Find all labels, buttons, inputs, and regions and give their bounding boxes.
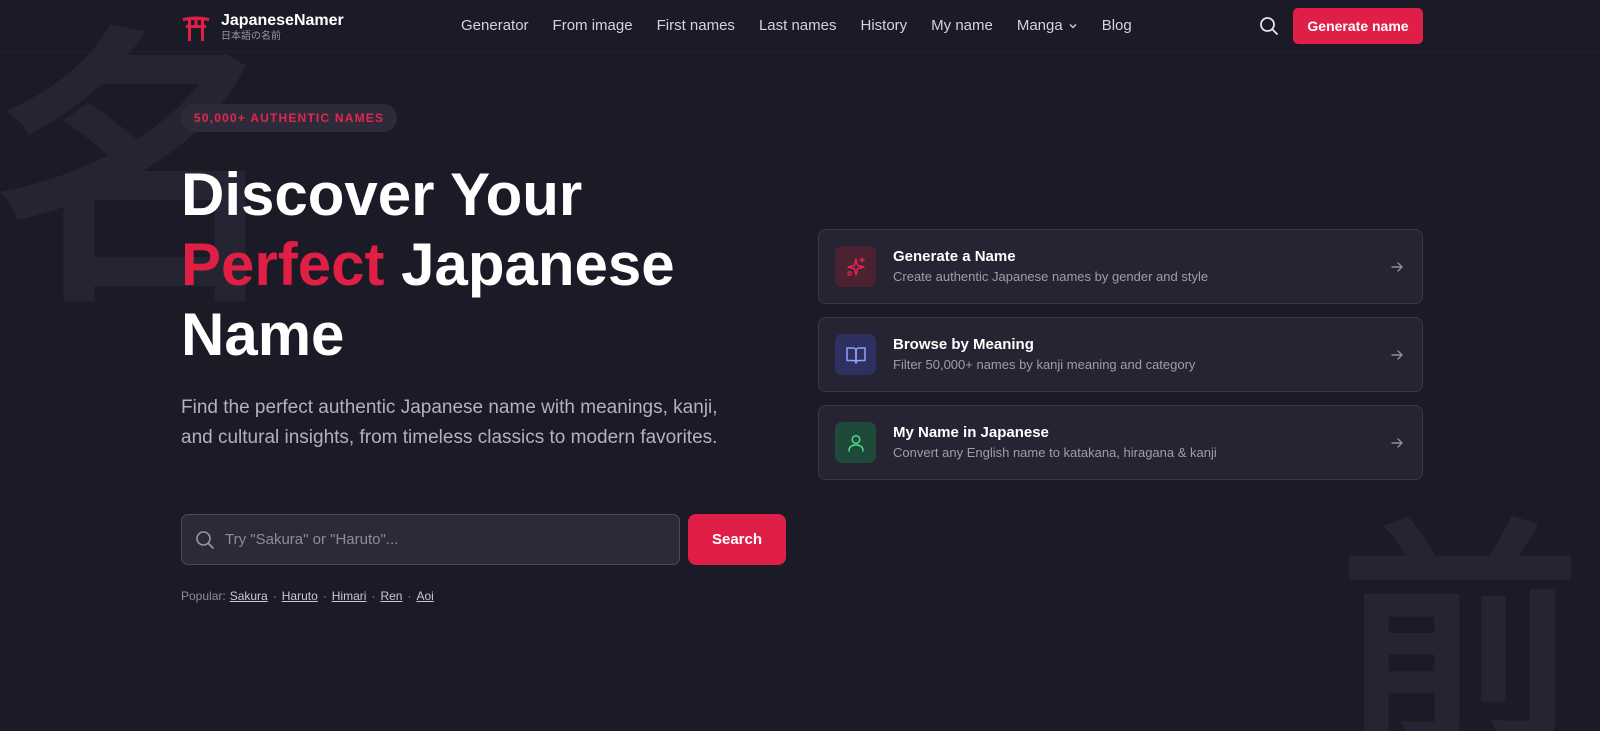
chevron-down-icon — [1069, 24, 1077, 29]
arrow-right-icon — [1391, 437, 1403, 448]
nav-links: Generator From image First names Last na… — [461, 17, 1156, 35]
name-search-input[interactable] — [215, 515, 679, 564]
top-navigation: JapaneseNamer 日本語の名前 Generator From imag… — [0, 0, 1600, 52]
separator-dot: · — [407, 589, 412, 603]
background-kanji-right: 前 — [1340, 500, 1581, 731]
headline-line-3: Name — [181, 301, 345, 368]
card-browse-by-meaning[interactable]: Browse by Meaning Filter 50,000+ names b… — [818, 317, 1423, 392]
torii-gate-icon — [183, 16, 209, 41]
sparkles-icon — [846, 256, 865, 276]
headline-line-2: Japanese — [384, 231, 675, 298]
separator-dot: · — [272, 589, 277, 603]
brand-name: JapaneseNamer — [221, 12, 344, 29]
card-generate-name[interactable]: Generate a Name Create authentic Japanes… — [818, 229, 1423, 304]
nav-link-first-names[interactable]: First names — [657, 17, 735, 35]
card-icon-box — [835, 334, 876, 375]
nav-link-generator[interactable]: Generator — [461, 17, 529, 35]
card-title: My Name in Japanese — [893, 424, 1049, 441]
popular-link-aoi[interactable]: Aoi — [416, 589, 433, 603]
names-count-badge: 50,000+ AUTHENTIC NAMES — [181, 104, 398, 132]
nav-link-from-image[interactable]: From image — [553, 17, 633, 35]
headline-accent: Perfect — [181, 231, 385, 298]
popular-link-sakura[interactable]: Sakura — [230, 589, 268, 603]
nav-link-manga-label: Manga — [1016, 17, 1063, 34]
nav-link-blog[interactable]: Blog — [1102, 17, 1132, 35]
search-button[interactable]: Search — [688, 514, 786, 565]
nav-link-manga[interactable]: Manga — [1017, 17, 1078, 35]
card-title: Generate a Name — [893, 248, 1016, 265]
card-icon-box — [835, 422, 876, 463]
card-description: Create authentic Japanese names by gende… — [893, 269, 1209, 284]
name-search-box — [181, 514, 680, 565]
card-icon-box — [835, 246, 876, 287]
card-description: Filter 50,000+ names by kanji meaning an… — [893, 357, 1196, 372]
hero-description: Find the perfect authentic Japanese name… — [181, 397, 718, 448]
card-title: Browse by Meaning — [893, 336, 1034, 353]
generate-name-button[interactable]: Generate name — [1293, 8, 1423, 44]
search-icon[interactable] — [1259, 16, 1279, 36]
brand-subtitle: 日本語の名前 — [221, 31, 281, 42]
popular-searches: Popular: Sakura · Haruto · Himari · Ren · Ao… — [181, 589, 434, 603]
arrow-right-icon — [1391, 261, 1403, 272]
popular-link-himari[interactable]: Himari — [332, 589, 367, 603]
separator-dot: · — [371, 589, 376, 603]
separator-dot: · — [322, 589, 327, 603]
card-description: Convert any English name to katakana, hi… — [893, 445, 1217, 460]
hero-headline: Discover Your Perfect Japanese Name — [181, 160, 741, 370]
arrow-right-icon — [1391, 349, 1403, 360]
popular-link-haruto[interactable]: Haruto — [282, 589, 318, 603]
popular-label: Popular: — [181, 589, 226, 603]
nav-link-history[interactable]: History — [860, 17, 907, 35]
nav-link-my-name[interactable]: My name — [931, 17, 993, 35]
nav-link-last-names[interactable]: Last names — [759, 17, 837, 35]
book-icon — [845, 346, 866, 364]
card-my-name-in-japanese[interactable]: My Name in Japanese Convert any English … — [818, 405, 1423, 480]
search-icon — [196, 530, 214, 549]
headline-line-1: Discover Your — [181, 161, 583, 228]
popular-link-ren[interactable]: Ren — [380, 589, 402, 603]
user-icon — [847, 434, 864, 452]
brand-logo[interactable]: JapaneseNamer 日本語の名前 — [181, 12, 344, 43]
